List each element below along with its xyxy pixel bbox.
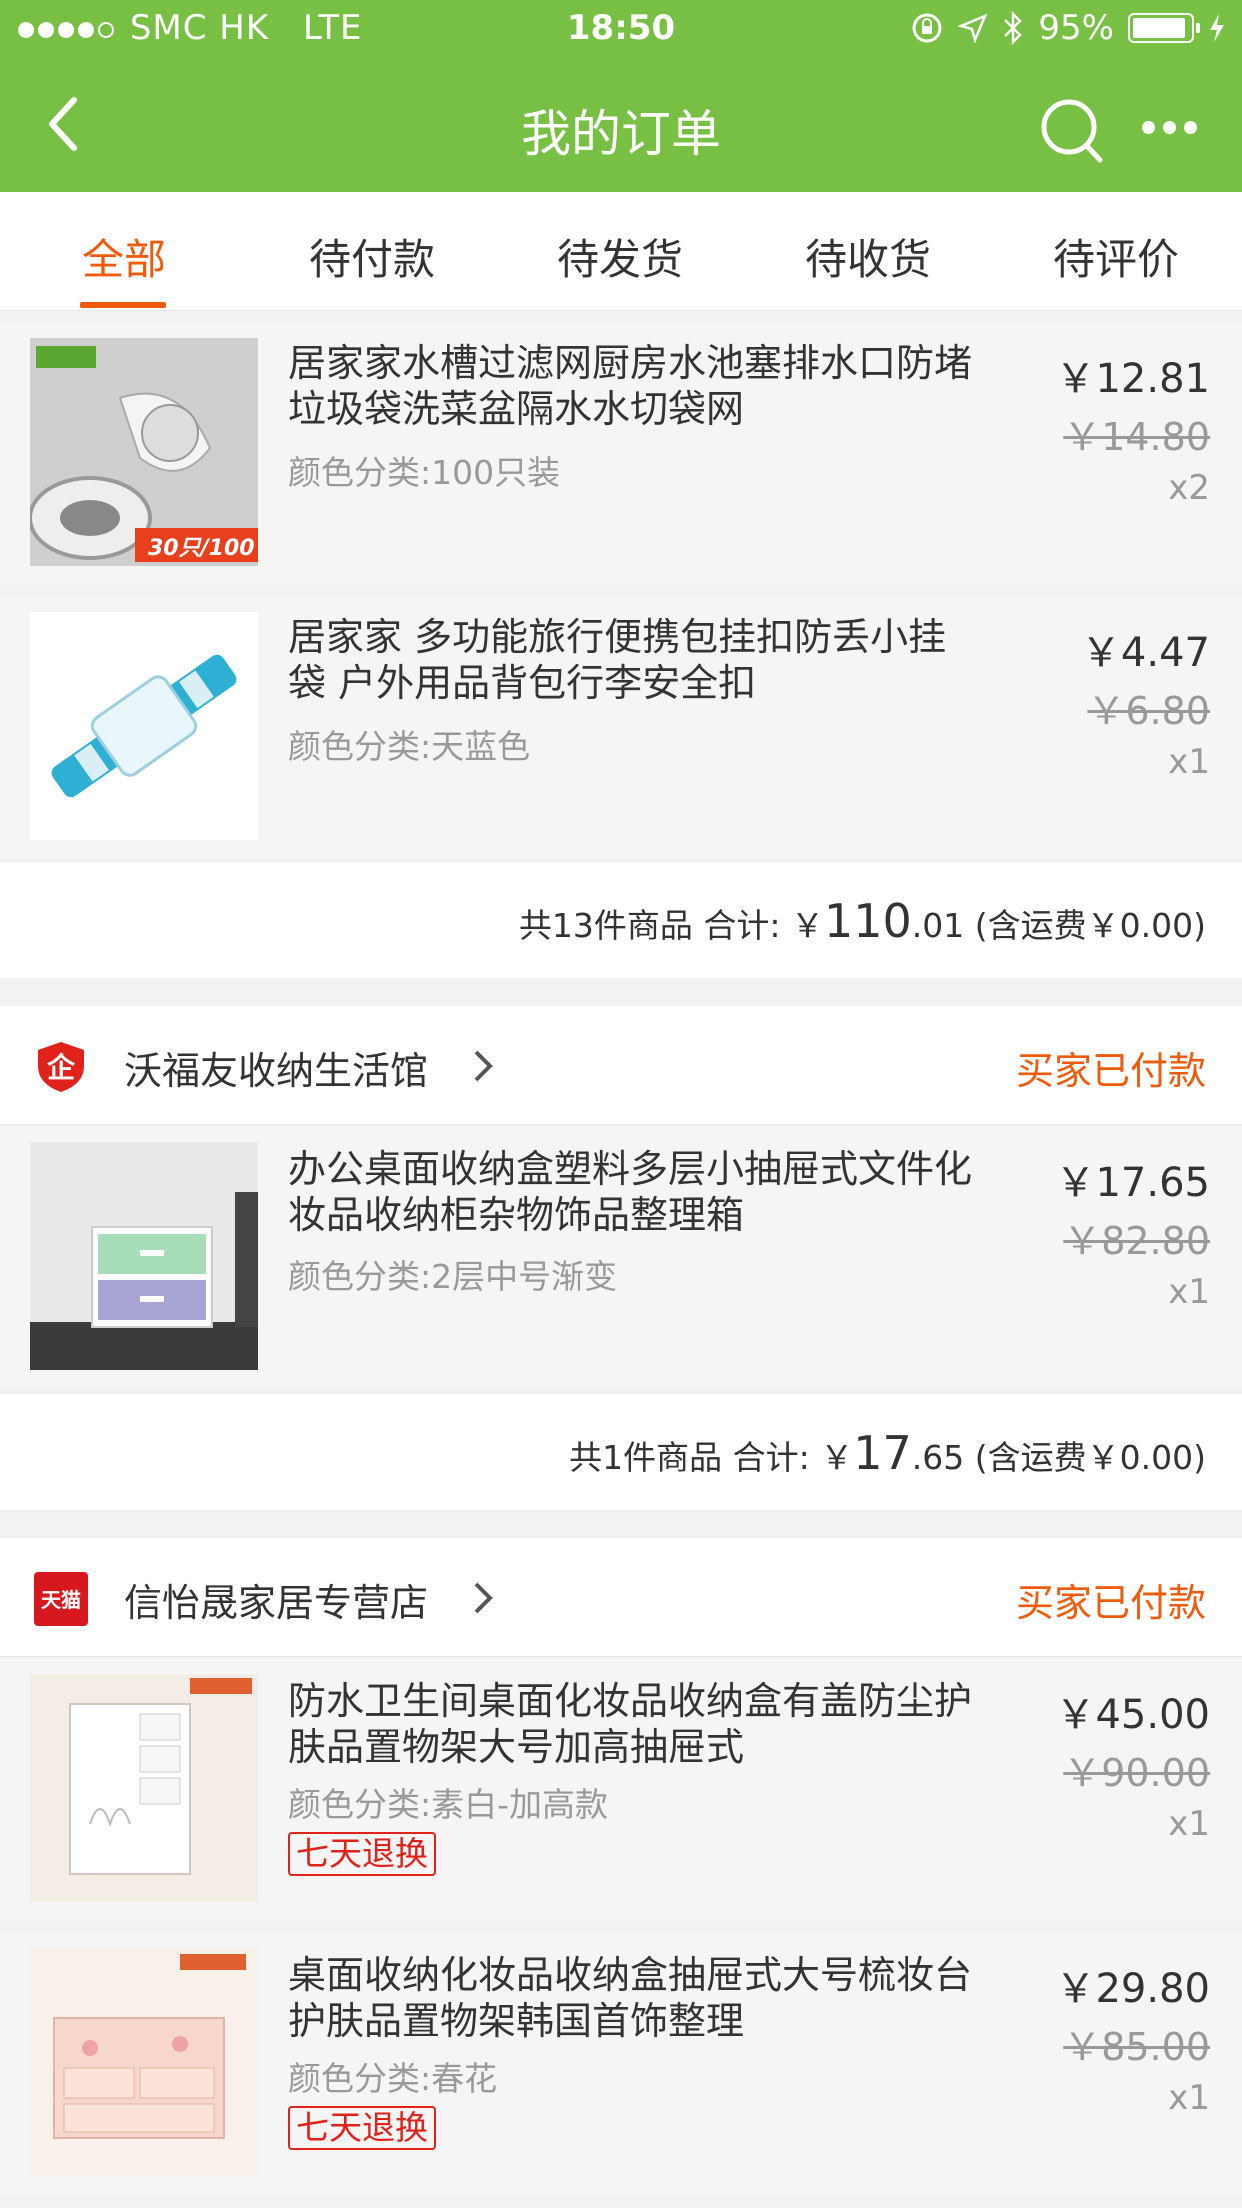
product-quantity: x1 bbox=[1168, 742, 1210, 782]
shop-name[interactable]: 信怡晟家居专营店 bbox=[124, 1572, 428, 1627]
shop-header[interactable]: 天猫 信怡晟家居专营店 买家已付款 bbox=[0, 1538, 1242, 1657]
product-spec: 颜色分类:素白-加高款 bbox=[288, 1785, 609, 1824]
currency-symbol: ￥ bbox=[790, 906, 824, 945]
shop-logo-text: 天猫 bbox=[41, 1588, 81, 1612]
product-spec: 颜色分类:2层中号渐变 bbox=[288, 1257, 618, 1296]
product-title: 桌面收纳化妆品收纳盒抽屉式大号梳妆台护肤品置物架韩国首饰整理 bbox=[288, 1953, 973, 2043]
product-title: 居家家 多功能旅行便携包挂扣防丢小挂袋 户外用品背包行李安全扣 bbox=[288, 615, 947, 705]
nav-bar: 我的订单 bbox=[0, 60, 1242, 192]
more-icon[interactable] bbox=[1142, 112, 1212, 142]
luggage-strap-image bbox=[30, 612, 258, 840]
battery-icon bbox=[1128, 13, 1200, 43]
order-status: 买家已付款 bbox=[1015, 1049, 1206, 1093]
original-price: ￥85.00 bbox=[1063, 2025, 1210, 2069]
product-quantity: x1 bbox=[1168, 1804, 1210, 1844]
order-summary: 共1件商品 合计: ￥17.65 (含运费￥0.00) bbox=[0, 1394, 1242, 1510]
product-quantity: x1 bbox=[1168, 1272, 1210, 1312]
chevron-right-icon bbox=[474, 1050, 493, 1082]
shop-name[interactable]: 沃福友收纳生活馆 bbox=[124, 1040, 428, 1095]
product-spec: 颜色分类:天蓝色 bbox=[288, 727, 531, 766]
order-total: 共13件商品 合计: ￥110.01 (含运费￥0.00) bbox=[519, 894, 1206, 948]
shop-header[interactable]: 企 沃福友收纳生活馆 买家已付款 bbox=[0, 1006, 1242, 1125]
total-integer: 110 bbox=[823, 894, 912, 948]
product-image: 30只/100只 bbox=[30, 338, 258, 566]
order-item[interactable]: 30只/100只 居家家水槽过滤网厨房水池塞排水口防堵垃圾袋洗菜盆隔水水切袋网 … bbox=[0, 322, 1242, 584]
status-right: 95% bbox=[910, 8, 1226, 48]
shipping-fee: (含运费￥0.00) bbox=[964, 906, 1206, 945]
product-price: ￥17.65 bbox=[1055, 1160, 1210, 1206]
tab-pending-payment[interactable]: 待付款 bbox=[262, 226, 482, 287]
product-spec: 颜色分类:春花 bbox=[288, 2059, 498, 2098]
app-header: SMC HK LTE 18:50 95% 我的订单 bbox=[0, 0, 1242, 192]
original-price: ￥90.00 bbox=[1063, 1751, 1210, 1795]
item-count: 共13件商品 合计: bbox=[518, 906, 781, 945]
total-decimal: .65 bbox=[911, 1438, 965, 1477]
tab-all[interactable]: 全部 bbox=[14, 226, 234, 287]
product-quantity: x2 bbox=[1168, 468, 1210, 508]
original-price: ￥6.80 bbox=[1087, 689, 1210, 733]
total-integer: 17 bbox=[853, 1426, 912, 1480]
product-price: ￥29.80 bbox=[1055, 1966, 1210, 2012]
product-image bbox=[30, 1142, 258, 1370]
shop-logo-text: 企 bbox=[46, 1051, 75, 1084]
battery-percent: 95% bbox=[1038, 8, 1114, 48]
product-quantity: x1 bbox=[1168, 2078, 1210, 2118]
order-item[interactable]: 桌面收纳化妆品收纳盒抽屉式大号梳妆台护肤品置物架韩国首饰整理 颜色分类:春花 七… bbox=[0, 1932, 1242, 2194]
order-total: 共1件商品 合计: ￥17.65 (含运费￥0.00) bbox=[569, 1426, 1206, 1480]
order-status: 买家已付款 bbox=[1015, 1581, 1206, 1625]
tab-pending-review[interactable]: 待评价 bbox=[1006, 226, 1226, 287]
tab-pending-shipment[interactable]: 待发货 bbox=[510, 226, 730, 287]
currency-symbol: ￥ bbox=[820, 1438, 854, 1477]
drawer-box-image bbox=[30, 1142, 258, 1370]
status-bar: SMC HK LTE 18:50 95% bbox=[0, 0, 1242, 60]
white-cabinet-image bbox=[30, 1674, 258, 1902]
original-price: ￥14.80 bbox=[1063, 415, 1210, 459]
product-image bbox=[30, 612, 258, 840]
order-item[interactable]: 办公桌面收纳盒塑料多层小抽屉式文件化妆品收纳柜杂物饰品整理箱 颜色分类:2层中号… bbox=[0, 1126, 1242, 1388]
order-summary: 共13件商品 合计: ￥110.01 (含运费￥0.00) bbox=[0, 862, 1242, 978]
location-icon bbox=[958, 13, 988, 43]
active-tab-indicator bbox=[80, 302, 166, 308]
product-price: ￥12.81 bbox=[1055, 356, 1210, 402]
floral-organizer-image bbox=[30, 1948, 258, 2176]
seven-day-return-badge: 七天退换 bbox=[288, 1832, 436, 1876]
total-decimal: .01 bbox=[911, 906, 965, 945]
order-tabs: 全部 待付款 待发货 待收货 待评价 bbox=[0, 192, 1242, 311]
order-item[interactable]: 防水卫生间桌面化妆品收纳盒有盖防尘护肤品置物架大号加高抽屉式 颜色分类:素白-加… bbox=[0, 1658, 1242, 1920]
rotation-lock-icon bbox=[912, 13, 942, 43]
product-title: 居家家水槽过滤网厨房水池塞排水口防堵垃圾袋洗菜盆隔水水切袋网 bbox=[288, 341, 973, 431]
product-title: 办公桌面收纳盒塑料多层小抽屉式文件化妆品收纳柜杂物饰品整理箱 bbox=[288, 1147, 973, 1237]
product-title: 防水卫生间桌面化妆品收纳盒有盖防尘护肤品置物架大号加高抽屉式 bbox=[288, 1679, 973, 1769]
product-price: ￥45.00 bbox=[1055, 1692, 1210, 1738]
original-price: ￥82.80 bbox=[1063, 1219, 1210, 1263]
seven-day-return-badge: 七天退换 bbox=[288, 2106, 436, 2150]
item-count: 共1件商品 合计: bbox=[569, 1438, 810, 1477]
bluetooth-icon bbox=[1004, 11, 1023, 45]
product-price: ￥4.47 bbox=[1080, 630, 1210, 676]
product-spec: 颜色分类:100只装 bbox=[288, 453, 561, 492]
charging-icon bbox=[1210, 14, 1224, 42]
chevron-right-icon bbox=[474, 1582, 493, 1614]
shipping-fee: (含运费￥0.00) bbox=[964, 1438, 1206, 1477]
tab-pending-receipt[interactable]: 待收货 bbox=[758, 226, 978, 287]
product-image bbox=[30, 1948, 258, 2176]
search-icon[interactable] bbox=[1038, 96, 1108, 166]
product-image bbox=[30, 1674, 258, 1902]
image-caption: 30只/100只 bbox=[148, 536, 255, 561]
order-item[interactable]: 居家家 多功能旅行便携包挂扣防丢小挂袋 户外用品背包行李安全扣 颜色分类:天蓝色… bbox=[0, 596, 1242, 858]
